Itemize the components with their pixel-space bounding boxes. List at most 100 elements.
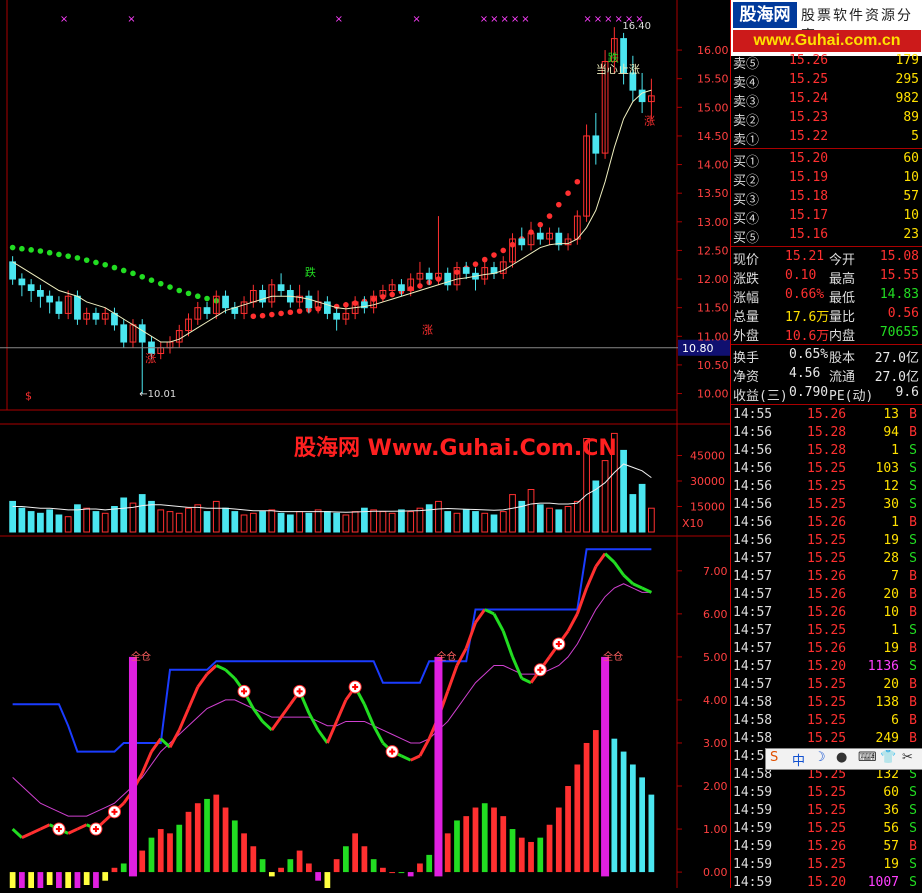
tick-volume: 103 <box>875 461 899 476</box>
top-marker: × <box>60 14 68 25</box>
stat-value: 0.10 <box>785 268 817 283</box>
tick-time: 14:56 <box>733 515 773 530</box>
tick-price: 15.25 <box>807 857 847 872</box>
tick-row: 14:57 15.25 28 S <box>731 550 921 569</box>
sar-dot-red <box>296 308 303 314</box>
stat-value: 0.790 <box>789 385 829 400</box>
indicator-bar <box>315 872 321 881</box>
indicator-bar <box>65 872 72 893</box>
indicator-bar <box>74 872 81 893</box>
tick-time: 14:58 <box>733 731 773 746</box>
indicator-bar <box>611 738 618 873</box>
brand-banner[interactable]: 股海网 股票软件资源分享 www.Guhai.com.cn <box>731 0 922 56</box>
stat-label: 外盘 <box>733 329 760 344</box>
indicator-bar <box>37 872 44 893</box>
toolbar-item-6[interactable]: ✂ <box>902 750 913 765</box>
volume-bar <box>536 504 544 533</box>
candle-body <box>324 301 331 314</box>
sell-price: 15.22 <box>789 129 829 144</box>
tick-price: 15.26 <box>807 569 847 584</box>
volume-bar <box>92 511 100 533</box>
sar-dot-red <box>491 252 497 258</box>
tick-time: 14:57 <box>733 641 773 656</box>
indicator-bar <box>139 850 146 873</box>
stat-value: 0.56 <box>887 306 919 321</box>
sell-volume: 982 <box>895 91 919 106</box>
indicator-bar <box>241 833 247 873</box>
candle-body <box>333 312 340 320</box>
stat-value: 17.6万 <box>785 310 830 325</box>
stat-label: 今开 <box>829 253 856 268</box>
volume-tick-label: 45000 <box>690 450 725 463</box>
up-mark: 涨 <box>422 323 433 336</box>
tick-time: 14:57 <box>733 569 773 584</box>
volume-bar <box>9 500 16 533</box>
indicator-bar <box>278 867 284 873</box>
tick-time: 14:57 <box>733 551 773 566</box>
stat-row: 总量 17.6万 量比 0.56 <box>731 305 921 325</box>
sar-dot-red <box>287 309 294 316</box>
sar-dot-green <box>185 290 192 297</box>
toolbar-item-3[interactable]: ● <box>836 750 847 765</box>
indicator-tick-label: 0.00 <box>703 866 728 879</box>
tick-time: 14:55 <box>733 407 773 422</box>
tick-time: 14:56 <box>733 461 773 476</box>
chart-area[interactable]: × × × × × × × × × × × × × × × 16.40 ←10.01 当心止涨涨涨涨跌跌 $10.8… <box>0 0 730 893</box>
volume-bar <box>18 507 26 533</box>
sar-dot-green <box>111 264 118 271</box>
tick-side: B <box>909 713 917 728</box>
tick-price: 15.25 <box>807 803 847 818</box>
indicator-bar <box>93 872 99 890</box>
indicator-bar <box>398 872 405 874</box>
stat-label: 涨跌 <box>733 272 760 287</box>
indicator-bar <box>417 863 423 873</box>
toolbar-item-0[interactable]: S <box>770 750 778 765</box>
tick-row: 14:59 15.25 19 S <box>731 856 921 875</box>
volume-bar <box>305 512 313 533</box>
brand-url[interactable]: www.Guhai.com.cn <box>733 30 921 52</box>
tick-time: 14:57 <box>733 623 773 638</box>
tick-price: 15.25 <box>807 821 847 836</box>
candle-body <box>259 290 266 303</box>
indicator-bar <box>528 841 534 873</box>
tick-side: S <box>909 461 917 476</box>
indicator-bar <box>194 803 201 873</box>
toolbar-item-1[interactable]: 中 <box>792 750 805 769</box>
price-tick-label: 15.50 <box>697 73 729 86</box>
stat-label: 量比 <box>829 310 856 325</box>
buy-label: 买③ <box>733 193 760 208</box>
candle-body <box>518 238 526 246</box>
tick-price: 15.25 <box>807 623 847 638</box>
tick-volume: 19 <box>883 857 899 872</box>
toolbar-item-5[interactable]: 👕 <box>880 750 896 765</box>
stat-label: 涨幅 <box>733 291 760 306</box>
sar-dot-green <box>9 244 16 251</box>
tick-time: 14:56 <box>733 497 773 512</box>
down-mark: 跌 <box>305 265 316 279</box>
top-marker: × <box>480 14 488 25</box>
tick-volume: 13 <box>883 407 899 422</box>
indicator-bar <box>287 859 294 873</box>
ime-toolbar[interactable]: S 中 ☽ ● ⌨ 👕 ✂ <box>765 748 922 770</box>
up-mark: 涨 <box>145 352 156 365</box>
sar-dot-red <box>259 312 266 319</box>
indicator-bar <box>324 872 331 890</box>
sar-dot-green <box>120 267 127 274</box>
stat-row: 外盘 10.6万 内盘 70655 <box>731 324 921 344</box>
toolbar-item-2[interactable]: ☽ <box>814 750 826 765</box>
tick-price: 15.26 <box>807 605 847 620</box>
indicator-bar <box>574 764 581 873</box>
sar-dot-green <box>130 270 136 277</box>
tick-volume: 94 <box>883 425 899 440</box>
tick-price: 15.26 <box>807 515 847 530</box>
price-tick-label: 14.50 <box>697 130 729 143</box>
sell-price: 15.24 <box>789 91 829 106</box>
tick-time: 14:57 <box>733 659 773 674</box>
buy-price: 15.17 <box>789 208 829 223</box>
stat-label: 现价 <box>733 253 760 268</box>
tick-time: 14:59 <box>733 857 773 872</box>
sell-row: 卖① 15.22 5 <box>731 128 921 148</box>
tick-price: 15.26 <box>807 641 847 656</box>
toolbar-item-4[interactable]: ⌨ <box>858 750 877 765</box>
buy-price: 15.20 <box>789 151 829 166</box>
